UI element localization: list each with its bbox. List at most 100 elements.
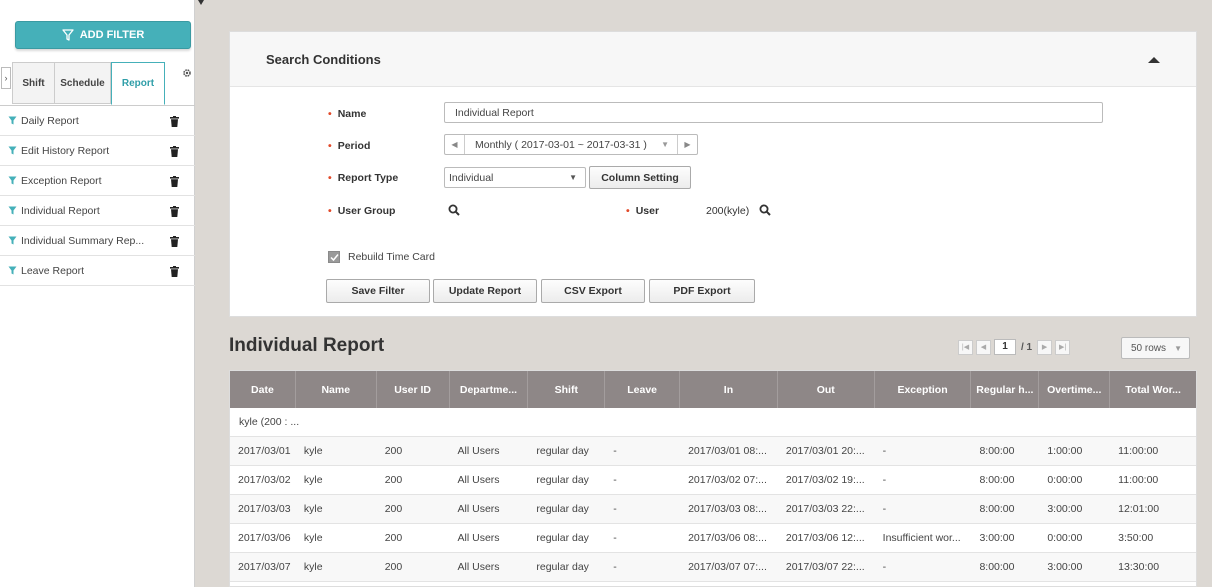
column-header[interactable]: Shift	[528, 371, 606, 408]
trash-icon[interactable]	[170, 146, 179, 157]
trash-icon[interactable]	[170, 266, 179, 277]
update-report-button[interactable]: Update Report	[433, 279, 537, 303]
filter-item[interactable]: Exception Report	[0, 166, 195, 196]
name-label: • Name	[328, 108, 367, 120]
user-search-icon[interactable]	[759, 204, 771, 216]
search-conditions-panel: Search Conditions •Name •Period ◀ Monthl…	[229, 31, 1197, 317]
table-cell: -	[613, 561, 617, 573]
column-header[interactable]: User ID	[377, 371, 450, 408]
period-value: Monthly ( 2017-03-01 ~ 2017-03-31 )	[475, 138, 647, 151]
trash-icon[interactable]	[170, 206, 179, 217]
table-cell: -	[613, 445, 617, 457]
next-page-button[interactable]: ▶	[1037, 339, 1053, 355]
tab-shift[interactable]: Shift	[12, 62, 55, 104]
period-prev-button[interactable]: ◀	[445, 135, 465, 154]
table-cell: 1:00:00	[1047, 445, 1083, 457]
add-filter-button[interactable]: ADD FILTER	[15, 21, 191, 49]
filter-item-label: Individual Report	[21, 204, 100, 217]
table-cell: 2017/03/03 08:...	[688, 503, 767, 515]
csv-export-button[interactable]: CSV Export	[541, 279, 645, 303]
trash-icon[interactable]	[170, 236, 179, 247]
column-header[interactable]: Exception	[875, 371, 972, 408]
sidebar-collapse-button[interactable]: ›	[1, 67, 11, 89]
pager: |◀ ◀ 1 / 1 ▶ ▶|	[958, 339, 1071, 355]
rows-per-page-dropdown[interactable]: 50 rows ▼	[1121, 337, 1190, 359]
filter-item[interactable]: Daily Report	[0, 106, 195, 136]
collapse-icon[interactable]	[1148, 57, 1160, 63]
trash-icon[interactable]	[170, 116, 179, 127]
table-row[interactable]: 2017/03/03 kyle 200 All Users regular day - 20…	[230, 495, 1196, 524]
table-cell: 2017/03/06 12:...	[785, 532, 865, 544]
table-cell: 2017/03/02	[238, 474, 291, 486]
rebuild-time-card-label: Rebuild Time Card	[348, 251, 435, 263]
column-setting-button[interactable]: Column Setting	[589, 166, 691, 189]
trash-icon[interactable]	[170, 176, 179, 187]
table-cell: 8:00:00	[979, 561, 1015, 573]
table-cell: 200	[384, 561, 403, 573]
tab-report[interactable]: Report	[111, 62, 165, 105]
user-group-search-icon[interactable]	[448, 204, 460, 216]
gear-icon[interactable]	[182, 68, 192, 78]
filter-item-label: Edit History Report	[21, 144, 110, 157]
table-cell: -	[882, 503, 887, 515]
table-cell: 2017/03/06 08:...	[688, 532, 767, 544]
column-header[interactable]: Out	[778, 371, 875, 408]
column-header[interactable]: Name	[296, 371, 377, 408]
filter-item[interactable]: Individual Report	[0, 196, 195, 226]
table-cell: kyle	[303, 532, 323, 544]
table-cell: -	[882, 445, 887, 457]
table-row[interactable]: 2017/03/07 kyle 200 All Users regular day - 20…	[230, 553, 1196, 582]
period-dropdown[interactable]: Monthly ( 2017-03-01 ~ 2017-03-31 ) ▼	[465, 139, 677, 151]
table-cell: 2017/03/02 19:...	[785, 474, 865, 486]
column-header[interactable]: Overtime...	[1039, 371, 1111, 408]
period-next-button[interactable]: ▶	[677, 135, 697, 154]
report-type-value: Individual	[449, 171, 494, 184]
table-cell: 8:00:00	[979, 474, 1015, 486]
column-header[interactable]: Leave	[605, 371, 681, 408]
column-header[interactable]: Regular h...	[971, 371, 1040, 408]
tab-schedule[interactable]: Schedule	[55, 62, 111, 104]
table-cell: 2017/03/07	[238, 561, 291, 573]
table-row[interactable]: 2017/03/06 kyle 200 All Users regular day - 20…	[230, 524, 1196, 553]
search-conditions-header: Search Conditions	[230, 32, 1196, 87]
user-value: 200(kyle)	[706, 205, 750, 217]
table-cell: 8:00:00	[979, 445, 1015, 457]
table-cell: 3:00:00	[1047, 561, 1083, 573]
table-row[interactable]: 2017/03/01 kyle 200 All Users regular day - 20…	[230, 437, 1196, 466]
name-input[interactable]	[444, 102, 1103, 123]
filter-item[interactable]: Individual Summary Rep...	[0, 226, 195, 256]
grid-body: 2017/03/01 kyle 200 All Users regular day -20…	[230, 437, 1196, 582]
table-cell: All Users	[457, 474, 500, 486]
chevron-down-icon: ▼	[661, 140, 669, 149]
table-cell: 8:00:00	[979, 503, 1015, 515]
rows-per-page-value: 50 rows	[1131, 342, 1167, 354]
grid-header: Date Name User ID Departme... Shift Leave In Ou…	[230, 371, 1196, 408]
last-page-button[interactable]: ▶|	[1055, 339, 1071, 355]
top-caret-icon	[198, 0, 204, 5]
table-cell: 11:00:00	[1118, 474, 1159, 486]
table-cell: 2017/03/02 07:...	[688, 474, 767, 486]
table-cell: -	[613, 532, 617, 544]
column-header[interactable]: Departme...	[450, 371, 529, 408]
column-header[interactable]: Total Wor...	[1110, 371, 1196, 408]
report-type-dropdown[interactable]: Individual ▼	[444, 167, 586, 188]
filter-item[interactable]: Edit History Report	[0, 136, 195, 166]
table-cell: 2017/03/01	[238, 445, 291, 457]
table-row[interactable]: 2017/03/02 kyle 200 All Users regular day - 20…	[230, 466, 1196, 495]
table-cell: 2017/03/03	[238, 503, 291, 515]
funnel-icon	[8, 236, 17, 245]
pdf-export-button[interactable]: PDF Export	[649, 279, 755, 303]
rebuild-time-card-checkbox[interactable]	[328, 251, 340, 263]
table-cell: 200	[384, 503, 403, 515]
filter-item[interactable]: Leave Report	[0, 256, 195, 286]
table-cell: 3:50:00	[1118, 532, 1154, 544]
first-page-button[interactable]: |◀	[958, 339, 973, 355]
table-cell: 200	[384, 445, 403, 457]
save-filter-button[interactable]: Save Filter	[326, 279, 430, 303]
group-row[interactable]: kyle (200 : ...	[230, 408, 1196, 437]
column-header[interactable]: In	[680, 371, 778, 408]
page-number-input[interactable]: 1	[994, 339, 1016, 355]
prev-page-button[interactable]: ◀	[976, 339, 991, 355]
column-header[interactable]: Date	[230, 371, 296, 408]
table-cell: 200	[384, 532, 403, 544]
